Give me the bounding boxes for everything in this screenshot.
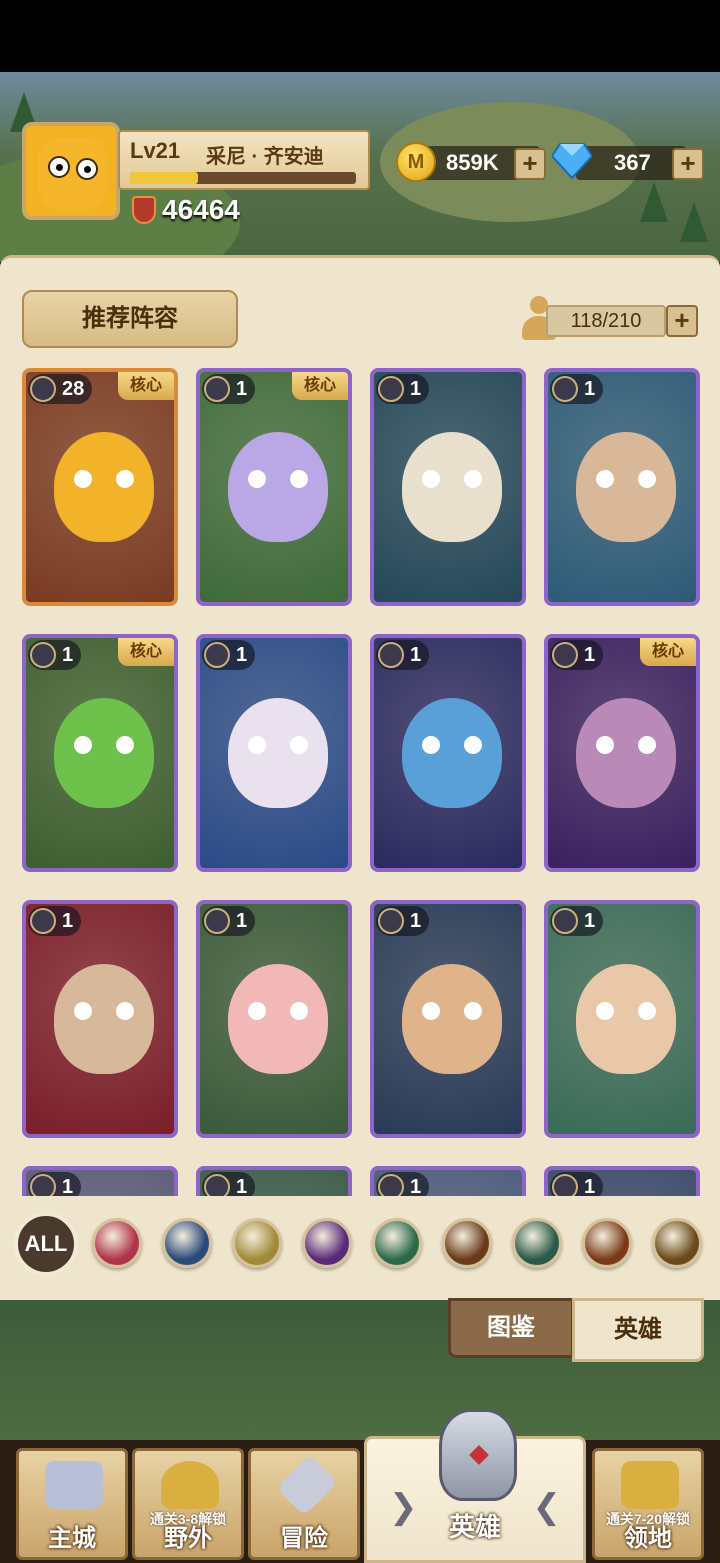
hero-class-icon xyxy=(552,1174,578,1196)
hero-grid: 28 核心 1 核心 1 1 1 核心 1 1 1 核心 1 1 1 1 1 1 1 1 xyxy=(22,368,702,1196)
add-gems-button[interactable]: + xyxy=(672,148,704,180)
hero-portrait xyxy=(548,638,696,868)
coin-icon: M xyxy=(396,142,436,182)
hero-class-icon xyxy=(378,1174,404,1196)
status-bar xyxy=(0,0,720,72)
hero-card[interactable]: 1 xyxy=(22,1166,178,1196)
hero-card[interactable]: 1 xyxy=(196,634,352,872)
hero-class-icon xyxy=(378,642,404,668)
staff-icon[interactable] xyxy=(162,1218,212,1268)
hero-class-icon xyxy=(30,908,56,934)
hero-card[interactable]: 1 xyxy=(196,1166,352,1196)
nav-territory[interactable]: 通关7-20解锁 领地 xyxy=(592,1448,704,1560)
core-tag: 核心 xyxy=(118,638,174,666)
hero-portrait xyxy=(548,904,696,1134)
hero-card[interactable]: 1 xyxy=(22,900,178,1138)
gem-value: 367 xyxy=(614,150,651,175)
nav-adventure[interactable]: 冒险 xyxy=(248,1448,360,1560)
gem-counter: 367 xyxy=(576,146,686,180)
nav-heroes[interactable]: ❯ ❮ 英雄 xyxy=(364,1409,586,1563)
nav-main-city[interactable]: 主城 xyxy=(16,1448,128,1560)
filter-all-button[interactable]: ALL xyxy=(14,1212,78,1276)
hero-card[interactable]: 1 xyxy=(370,1166,526,1196)
hero-card[interactable]: 1 核心 xyxy=(22,634,178,872)
hero-card[interactable]: 1 xyxy=(370,900,526,1138)
emblem-icon[interactable] xyxy=(232,1218,282,1268)
hero-class-icon xyxy=(378,908,404,934)
power-shield-icon xyxy=(132,196,156,224)
hero-portrait xyxy=(200,372,348,602)
hero-card[interactable]: 28 核心 xyxy=(22,368,178,606)
shield-icon[interactable] xyxy=(92,1218,142,1268)
xp-bar-fill xyxy=(130,172,198,184)
helmet-icon xyxy=(161,1461,219,1509)
recommended-lineup-button[interactable]: 推荐阵容 xyxy=(22,290,238,348)
swords-icon xyxy=(275,1453,339,1517)
hero-portrait xyxy=(548,372,696,602)
hero-class-icon xyxy=(204,376,230,402)
hero-class-icon xyxy=(204,642,230,668)
gem-icon xyxy=(552,143,592,180)
bow-icon[interactable] xyxy=(512,1218,562,1268)
hero-class-icon xyxy=(378,376,404,402)
hero-class-icon xyxy=(552,908,578,934)
core-tag: 核心 xyxy=(640,638,696,666)
hero-card[interactable]: 1 核心 xyxy=(544,634,700,872)
tab-codex[interactable]: 图鉴 xyxy=(448,1298,574,1358)
hero-class-icon xyxy=(552,642,578,668)
hero-portrait xyxy=(26,372,174,602)
combat-power-value: 46464 xyxy=(162,194,240,225)
hero-portrait xyxy=(26,904,174,1134)
hero-card[interactable]: 1 xyxy=(544,1166,700,1196)
xp-bar xyxy=(130,172,356,184)
hero-portrait xyxy=(26,638,174,868)
add-coins-button[interactable]: + xyxy=(514,148,546,180)
hero-portrait xyxy=(374,372,522,602)
tab-heroes[interactable]: 英雄 xyxy=(572,1298,704,1362)
hero-class-icon xyxy=(30,376,56,402)
combat-power: 46464 xyxy=(132,194,240,226)
core-tag: 核心 xyxy=(118,372,174,400)
core-tag: 核心 xyxy=(292,372,348,400)
player-level: Lv21 xyxy=(130,138,181,163)
hero-class-icon xyxy=(204,1174,230,1196)
hero-class-icon xyxy=(30,642,56,668)
player-name: 采尼 · 齐安迪 xyxy=(206,146,324,168)
paw-icon[interactable] xyxy=(442,1218,492,1268)
hero-class-icon xyxy=(204,908,230,934)
hero-card[interactable]: 1 核心 xyxy=(196,368,352,606)
hero-portrait xyxy=(374,638,522,868)
class-filter-bar: ALL xyxy=(0,1200,720,1290)
hero-card[interactable]: 1 xyxy=(544,368,700,606)
bull-icon[interactable] xyxy=(582,1218,632,1268)
castle-icon xyxy=(45,1461,103,1509)
skull-icon[interactable] xyxy=(302,1218,352,1268)
expand-capacity-button[interactable]: + xyxy=(666,305,698,337)
player-info-panel: Lv21 采尼 · 齐安迪 xyxy=(118,130,370,190)
hero-card[interactable]: 1 xyxy=(196,900,352,1138)
hero-card[interactable]: 1 xyxy=(370,634,526,872)
hero-portrait xyxy=(200,904,348,1134)
hero-class-icon xyxy=(30,1174,56,1196)
crown-icon xyxy=(621,1461,679,1509)
hero-class-icon xyxy=(552,376,578,402)
hero-capacity: 118/210 xyxy=(546,305,666,337)
hero-card[interactable]: 1 xyxy=(370,368,526,606)
crossed-swords-icon[interactable] xyxy=(372,1218,422,1268)
hero-portrait xyxy=(374,904,522,1134)
coin-value: 859K xyxy=(446,150,499,175)
player-avatar[interactable] xyxy=(22,122,120,220)
nav-wild[interactable]: 通关3-8解锁 野外 xyxy=(132,1448,244,1560)
hero-card[interactable]: 1 xyxy=(544,900,700,1138)
hammer-icon[interactable] xyxy=(652,1218,702,1268)
knight-helmet-icon xyxy=(439,1409,517,1501)
hero-portrait xyxy=(200,638,348,868)
